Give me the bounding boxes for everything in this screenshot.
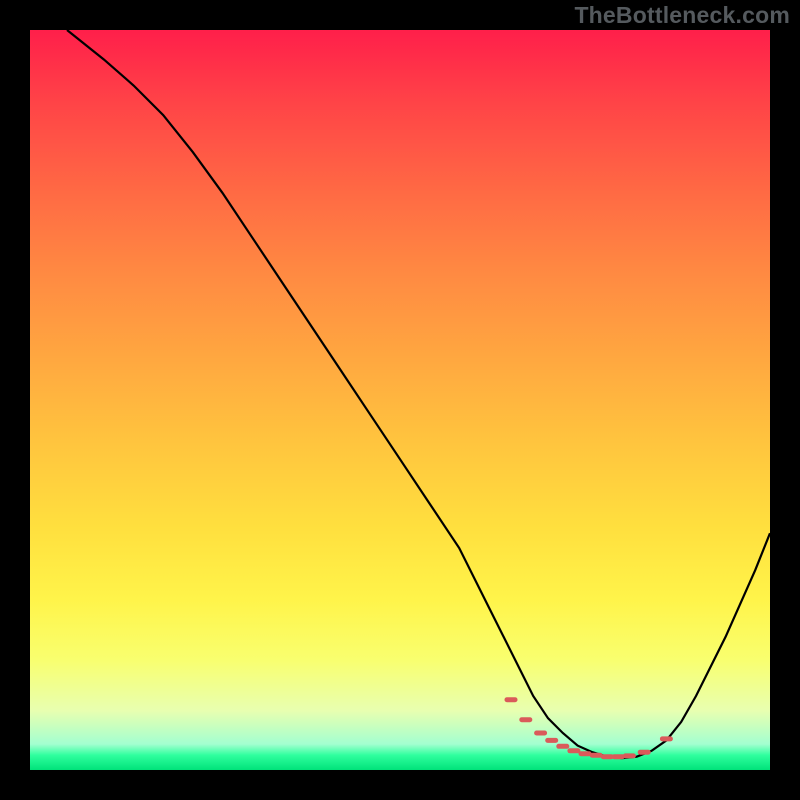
chart-container: TheBottleneck.com [0, 0, 800, 800]
marker-group [507, 700, 670, 757]
chart-overlay [30, 30, 770, 770]
watermark: TheBottleneck.com [574, 2, 790, 29]
bottleneck-curve [67, 30, 770, 758]
